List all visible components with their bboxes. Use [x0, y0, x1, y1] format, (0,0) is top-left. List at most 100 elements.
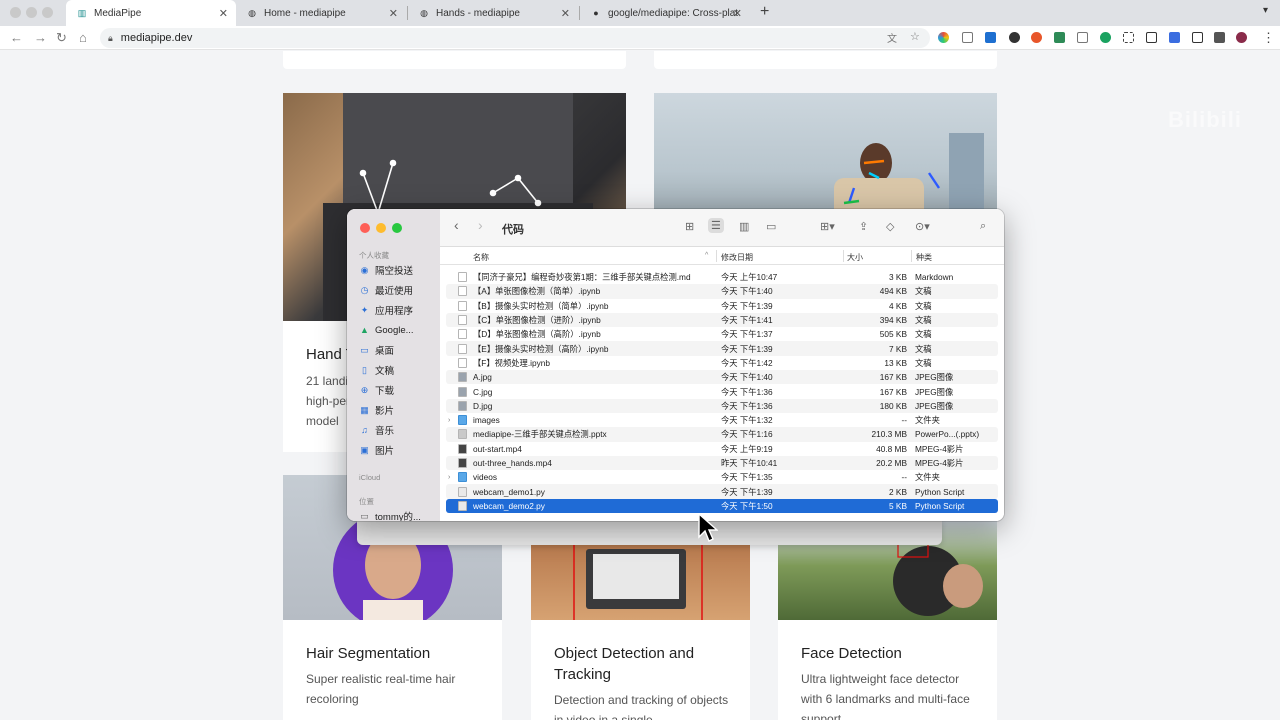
file-kind: Python Script [915, 500, 965, 511]
tab-home-mediapipe[interactable]: ◍ Home - mediapipe ✕ [236, 0, 406, 26]
file-size: 7 KB [889, 343, 907, 354]
object-detection-card[interactable]: Object Detection and Tracking Detection … [531, 544, 750, 720]
gallery-view-icon[interactable]: ▭ [766, 220, 776, 233]
github-icon: ● [593, 8, 599, 18]
column-kind[interactable]: 种类 [916, 252, 932, 263]
file-row[interactable]: 【F】视频处理.ipynb 今天 下午1:42 13 KB 文稿 [446, 356, 998, 370]
sidebar-item-applications[interactable]: ✦ 应用程序 [359, 302, 413, 318]
list-view-icon[interactable]: ☰ [708, 218, 724, 233]
file-date: 今天 下午1:36 [721, 386, 773, 397]
puzzle-icon[interactable] [1214, 32, 1225, 43]
avatar[interactable] [1236, 32, 1247, 43]
address-bar[interactable]: 🔒︎ mediapipe.dev [100, 28, 930, 48]
icon-view-icon[interactable]: ⊞ [685, 220, 694, 233]
file-row[interactable]: A.jpg 今天 下午1:40 167 KB JPEG图像 [446, 370, 998, 385]
forward-chevron-icon[interactable]: › [478, 217, 483, 233]
file-row[interactable]: mediapipe-三维手部关键点检测.pptx 今天 下午1:16 210.3 M… [446, 427, 998, 442]
window-close-light[interactable] [10, 7, 21, 18]
sidebar-item-downloads[interactable]: ⊕ 下载 [359, 382, 394, 398]
more-actions-icon[interactable]: ⊙▾ [915, 220, 930, 233]
tab-title: MediaPipe [94, 7, 142, 19]
sidebar-item-desktop[interactable]: ▭ 桌面 [359, 342, 394, 358]
translate-icon[interactable]: 文 [887, 30, 897, 45]
file-row[interactable]: 【E】摄像头实时检测（高阶）.ipynb 今天 下午1:39 7 KB 文稿 [446, 341, 998, 356]
window-maximize-light[interactable] [42, 7, 53, 18]
tab-mediapipe[interactable]: ▥ MediaPipe ✕ [66, 0, 236, 26]
extension-icon[interactable] [938, 32, 949, 43]
column-name[interactable]: 名称 [473, 252, 489, 263]
tab-github-mediapipe[interactable]: ● google/mediapipe: Cross-platfo ✕ [580, 0, 750, 26]
group-by-icon[interactable]: ⊞▾ [820, 220, 835, 233]
more-menu-icon[interactable]: ⋮ [1262, 30, 1275, 46]
file-size: 494 KB [879, 286, 907, 297]
extension-icon[interactable] [1031, 32, 1042, 43]
file-size: 2 KB [889, 486, 907, 497]
tab-hands-mediapipe[interactable]: ◍ Hands - mediapipe ✕ [408, 0, 578, 26]
tab-close-icon[interactable]: ✕ [219, 7, 228, 20]
extension-icon[interactable] [1100, 32, 1111, 43]
file-row[interactable]: › videos 今天 下午1:35 -- 文件夹 [446, 470, 998, 484]
maximize-light-icon[interactable] [392, 223, 402, 233]
new-tab-button[interactable]: + [760, 3, 769, 21]
back-chevron-icon[interactable]: ‹ [454, 217, 459, 233]
sidebar-item-documents[interactable]: ▯ 文稿 [359, 362, 394, 378]
file-row[interactable]: › images 今天 下午1:32 -- 文件夹 [446, 413, 998, 427]
file-date: 今天 下午1:16 [721, 429, 773, 440]
photo-icon: ▣ [360, 444, 369, 455]
file-row[interactable]: 【同济子豪兄】编程奇妙夜第1期：三维手部关键点检测.md 今天 上午10:47 3 … [446, 270, 998, 284]
sidebar-item-pictures[interactable]: ▣ 图片 [359, 442, 394, 458]
extension-icon[interactable] [1009, 32, 1020, 43]
face-detection-card[interactable]: Face Detection Ultra lightweight face de… [778, 521, 997, 720]
extension-icon[interactable] [1123, 32, 1134, 43]
file-row[interactable]: 【D】单张图像检测（高阶）.ipynb 今天 下午1:37 505 KB 文稿 [446, 327, 998, 341]
file-date: 今天 下午1:35 [721, 472, 773, 483]
file-row[interactable]: 【B】摄像头实时检测（简单）.ipynb 今天 下午1:39 4 KB 文稿 [446, 299, 998, 313]
file-row[interactable]: webcam_demo1.py 今天 下午1:39 2 KB Python Scrip… [446, 484, 998, 499]
file-row[interactable]: out-start.mp4 今天 上午9:19 40.8 MB MPEG-4影片 [446, 442, 998, 456]
file-kind: Python Script [915, 486, 965, 497]
file-row[interactable]: out-three_hands.mp4 昨天 下午10:41 20.2 MB MPEG… [446, 455, 998, 471]
file-row[interactable]: 【A】单张图像检测（简单）.ipynb 今天 下午1:40 494 KB 文稿 [446, 284, 998, 299]
sidebar-item-recents[interactable]: ◷ 最近使用 [359, 282, 413, 298]
file-row[interactable]: 【C】单张图像检测（进阶）.ipynb 今天 下午1:41 394 KB 文稿 [446, 312, 998, 328]
file-row[interactable]: C.jpg 今天 下午1:36 167 KB JPEG图像 [446, 384, 998, 398]
bookmark-star-icon[interactable]: ☆ [910, 30, 920, 43]
extension-icon[interactable] [1146, 32, 1157, 43]
window-minimize-light[interactable] [26, 7, 37, 18]
column-view-icon[interactable]: ▥ [739, 220, 749, 233]
extension-icon[interactable] [1169, 32, 1180, 43]
back-arrow-icon[interactable]: ← [10, 30, 23, 45]
sidebar-item-google-drive[interactable]: ▲ Google... [359, 322, 414, 338]
column-size[interactable]: 大小 [847, 252, 863, 263]
file-date: 今天 下午1:50 [721, 500, 773, 511]
sidebar-item-airdrop[interactable]: ◉ 隔空投送 [359, 262, 413, 278]
finder-sidebar: 个人收藏 ◉ 隔空投送 ◷ 最近使用 ✦ 应用程序 ▲ Google... ▭ 桌面 ▯ 文… [347, 209, 440, 521]
extension-icon[interactable] [962, 32, 973, 43]
tab-close-icon[interactable]: ✕ [561, 7, 570, 20]
disclosure-triangle-icon[interactable]: › [448, 417, 456, 424]
reload-icon[interactable]: ↻ [56, 30, 67, 46]
file-row[interactable]: webcam_demo2.py 今天 下午1:50 5 KB Python Scrip… [446, 498, 998, 514]
tag-icon[interactable]: ◇ [886, 220, 894, 233]
tab-close-icon[interactable]: ✕ [389, 7, 398, 20]
sidebar-item-this-mac[interactable]: ▭ tommy的... [359, 508, 421, 522]
home-icon[interactable]: ⌂ [79, 30, 87, 45]
extension-icon[interactable] [985, 32, 996, 43]
column-date[interactable]: 修改日期 [721, 252, 753, 263]
file-size: 167 KB [879, 372, 907, 383]
tab-close-icon[interactable]: ✕ [733, 7, 742, 20]
minimize-light-icon[interactable] [376, 223, 386, 233]
extension-icon[interactable] [1054, 32, 1065, 43]
extension-icon[interactable] [1077, 32, 1088, 43]
close-light-icon[interactable] [360, 223, 370, 233]
extension-icon[interactable] [1192, 32, 1203, 43]
search-icon[interactable]: ⌕ [980, 220, 986, 233]
forward-arrow-icon[interactable]: → [34, 30, 47, 45]
sidebar-item-music[interactable]: ♫ 音乐 [359, 422, 394, 438]
pose-card[interactable] [654, 93, 997, 223]
tab-search-icon[interactable]: ▾ [1263, 5, 1268, 16]
sidebar-item-movies[interactable]: ▦ 影片 [359, 402, 394, 418]
file-row[interactable]: D.jpg 今天 下午1:36 180 KB JPEG图像 [446, 398, 998, 413]
share-icon[interactable]: ⇪ [859, 220, 868, 233]
disclosure-triangle-icon[interactable]: › [448, 474, 456, 481]
